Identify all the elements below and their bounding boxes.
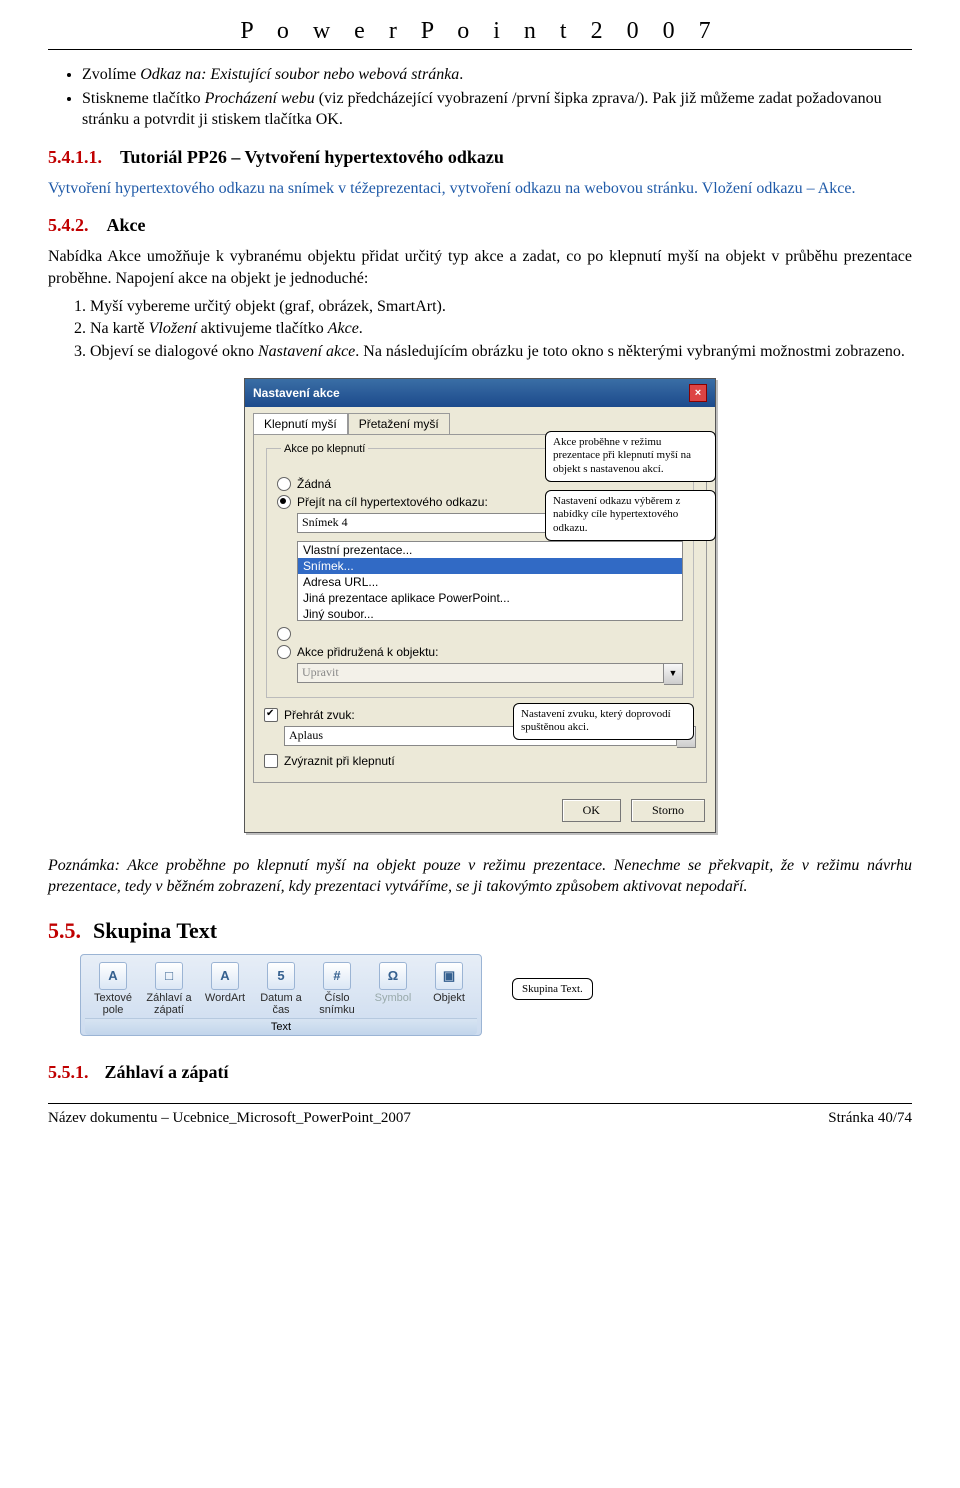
ribbon-label: Textové pole: [87, 992, 139, 1016]
bottom-rule: [48, 1103, 912, 1104]
list-item[interactable]: Jiná prezentace aplikace PowerPoint...: [298, 590, 682, 606]
step-italic: Nastavení akce: [258, 343, 355, 360]
step-item: Na kartě Vložení aktivujeme tlačítko Akc…: [90, 318, 912, 341]
top-rule: [48, 49, 912, 50]
bullet-item: Zvolíme Odkaz na: Existující soubor nebo…: [82, 64, 912, 86]
ribbon-button[interactable]: #Číslo snímku: [309, 959, 365, 1018]
list-item[interactable]: Vlastní prezentace...: [298, 542, 682, 558]
checkbox-play-sound[interactable]: [264, 708, 278, 722]
radio-object-action[interactable]: [277, 645, 291, 659]
group-label: Akce po klepnutí: [281, 443, 368, 455]
callout-mode: Akce proběhne v režimu prezentace při kl…: [545, 431, 716, 482]
action-settings-dialog: Nastavení akce × Klepnutí myší Přetažení…: [244, 378, 716, 833]
heading-number: 5.5.1.: [48, 1062, 89, 1082]
step-text: aktivujeme tlačítko: [197, 320, 328, 337]
heading-5-4-2: 5.4.2. Akce: [48, 215, 912, 236]
ribbon-label: Objekt: [423, 992, 475, 1004]
ribbon-button[interactable]: A WordArt: [197, 959, 253, 1018]
page-header-title: P o w e r P o i n t 2 0 0 7: [48, 18, 912, 45]
steps-list: Myší vybereme určitý objekt (graf, obráz…: [90, 296, 912, 364]
dialog-title: Nastavení akce: [253, 386, 340, 400]
ribbon-label: Datum a čas: [255, 992, 307, 1016]
intro-bullets: Zvolíme Odkaz na: Existující soubor nebo…: [82, 64, 912, 131]
checkbox-highlight[interactable]: [264, 754, 278, 768]
ribbon-icon: #: [323, 962, 351, 990]
heading-number: 5.4.2.: [48, 215, 89, 235]
ribbon-label: Symbol: [367, 992, 419, 1004]
radio-none[interactable]: [277, 477, 291, 491]
bullet-italic: Odkaz na: Existující soubor nebo webová …: [140, 66, 459, 83]
ribbon-icon: A: [211, 962, 239, 990]
heading-number: 5.4.1.1.: [48, 147, 102, 167]
step-text: . Na následujícím obrázku je toto okno s…: [355, 343, 905, 360]
hyperlink-list[interactable]: Vlastní prezentace... Snímek... Adresa U…: [297, 541, 683, 621]
bullet-text: Zvolíme: [82, 66, 140, 83]
list-item[interactable]: Snímek...: [298, 558, 682, 574]
step-item: Objeví se dialogové okno Nastavení akce.…: [90, 341, 912, 364]
ribbon-icon: 5: [267, 962, 295, 990]
list-item[interactable]: Adresa URL...: [298, 574, 682, 590]
radio-hyperlink-label: Přejít na cíl hypertextového odkazu:: [297, 495, 488, 509]
checkbox-highlight-label: Zvýraznit při klepnutí: [284, 754, 395, 768]
ribbon-icon: □: [155, 962, 183, 990]
ribbon-label: WordArt: [199, 992, 251, 1004]
ribbon-button[interactable]: □Záhlaví a zápatí: [141, 959, 197, 1018]
step-text: Na kartě: [90, 320, 149, 337]
bullet-italic: Procházení webu: [205, 90, 315, 107]
heading-5-4-1-1: 5.4.1.1. Tutoriál PP26 – Vytvoření hypert…: [48, 147, 912, 168]
cancel-button[interactable]: Storno: [631, 799, 705, 822]
note-paragraph: Poznámka: Akce proběhne po klepnutí myší…: [48, 855, 912, 898]
dialog-body: Akce po klepnutí Žádná Přejít na cíl hyp…: [253, 434, 707, 783]
radio-none-label: Žádná: [297, 477, 331, 491]
ribbon-text-group: ATextové pole□Záhlaví a zápatíAWordArt5D…: [80, 954, 482, 1036]
tab-mouse-click[interactable]: Klepnutí myší: [253, 413, 348, 434]
checkbox-sound-label: Přehrát zvuk:: [284, 708, 355, 722]
heading-text: Skupina Text: [93, 918, 217, 943]
tab-mouse-over[interactable]: Přetažení myší: [348, 413, 450, 434]
list-item[interactable]: Jiný soubor...: [298, 606, 682, 621]
step-text: Objeví se dialogové okno: [90, 343, 258, 360]
ribbon-icon: Ω: [379, 962, 407, 990]
ok-button[interactable]: OK: [562, 799, 621, 822]
step-item: Myší vybereme určitý objekt (graf, obráz…: [90, 296, 912, 319]
heading-5-5-1: 5.5.1. Záhlaví a zápatí: [48, 1062, 912, 1083]
heading-5-5: 5.5. Skupina Text: [48, 918, 912, 944]
heading-text: Akce: [107, 215, 146, 235]
bullet-text: .: [459, 66, 463, 83]
ribbon-button: Ω Symbol: [365, 959, 421, 1018]
radio-hyperlink[interactable]: [277, 495, 291, 509]
tutorial-body: Vytvoření hypertextového odkazu na sníme…: [48, 178, 912, 200]
step-italic: Vložení: [149, 320, 197, 337]
callout-hyperlink: Nastavení odkazu výběrem z nabídky cíle …: [545, 490, 716, 541]
close-icon[interactable]: ×: [689, 384, 707, 402]
dialog-titlebar: Nastavení akce ×: [245, 379, 715, 407]
step-text: .: [359, 320, 363, 337]
callout-sound: Nastavení zvuku, který doprovodí spuštěn…: [513, 703, 694, 741]
heading-text: Záhlaví a zápatí: [105, 1062, 229, 1082]
ribbon-icon: ▣: [435, 962, 463, 990]
bullet-text: Stiskneme tlačítko: [82, 90, 205, 107]
footer-doc-name: Název dokumentu – Ucebnice_Microsoft_Pow…: [48, 1110, 411, 1127]
heading-number: 5.5.: [48, 918, 81, 943]
radio-run-program[interactable]: [277, 627, 291, 641]
ribbon-tooltip: Skupina Text.: [512, 978, 593, 1000]
ribbon-icon: A: [99, 962, 127, 990]
object-action-combo: [297, 663, 664, 683]
ribbon-label: Číslo snímku: [311, 992, 363, 1016]
ribbon-button[interactable]: ▣ Objekt: [421, 959, 477, 1018]
heading-text: Tutoriál PP26 – Vytvoření hypertextového…: [120, 147, 504, 167]
ribbon-label: Záhlaví a zápatí: [143, 992, 195, 1016]
ribbon-group-label: Text: [85, 1018, 477, 1035]
ribbon-button[interactable]: ATextové pole: [85, 959, 141, 1018]
akce-intro: Nabídka Akce umožňuje k vybranému objekt…: [48, 246, 912, 289]
footer-page-number: Stránka 40/74: [828, 1110, 912, 1127]
ribbon-button[interactable]: 5Datum a čas: [253, 959, 309, 1018]
radio-label: [297, 627, 300, 641]
radio-object-label: Akce přidružená k objektu:: [297, 645, 438, 659]
step-italic: Akce: [328, 320, 359, 337]
dropdown-icon: ▼: [664, 663, 683, 685]
bullet-item: Stiskneme tlačítko Procházení webu (viz …: [82, 88, 912, 131]
